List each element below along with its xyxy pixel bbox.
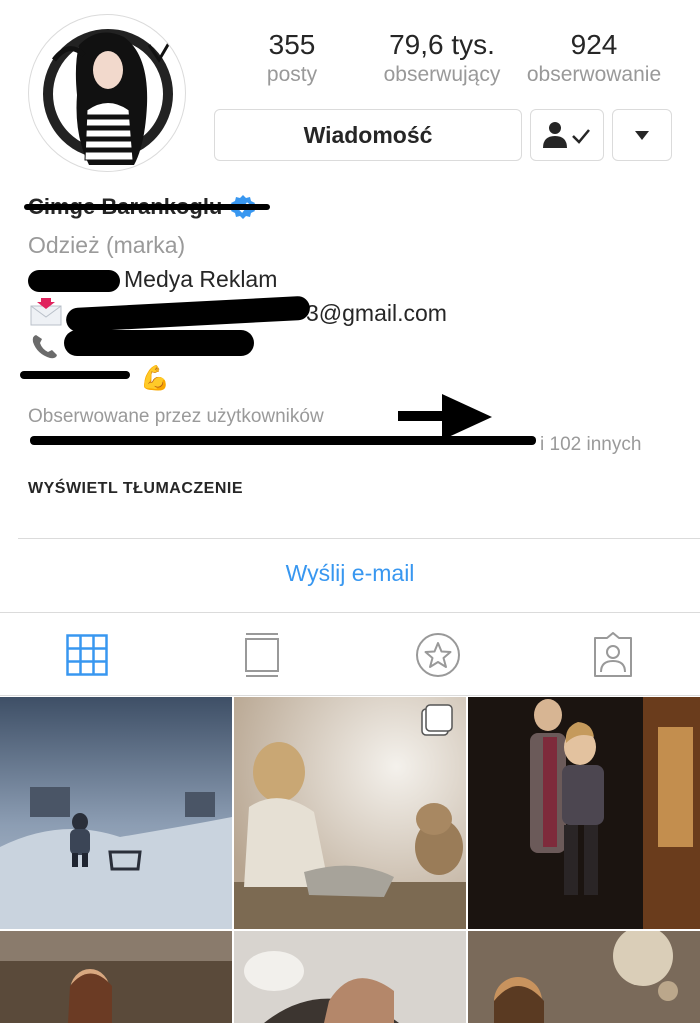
redaction-scribble (65, 295, 311, 333)
view-translation-link[interactable]: WYŚWIETL TŁUMACZENIE (28, 480, 243, 498)
avatar-illustration (43, 29, 173, 165)
tab-tagged[interactable] (589, 631, 637, 679)
tab-grid[interactable] (63, 631, 111, 679)
post-thumbnail[interactable] (234, 931, 466, 1023)
stat-followers-value: 79,6 tys. (389, 29, 495, 60)
following-button[interactable] (530, 109, 604, 161)
feed-icon (245, 633, 279, 677)
profile-tab-bar (0, 612, 700, 696)
redaction-scribble (24, 204, 270, 210)
bio-company: Medya Reklam (124, 266, 278, 292)
person-check-icon (543, 122, 590, 148)
grid-icon (66, 634, 108, 676)
more-dropdown-button[interactable] (612, 109, 672, 161)
tagged-icon (594, 632, 632, 677)
post-thumbnail[interactable] (468, 931, 700, 1023)
tab-saved[interactable] (414, 631, 462, 679)
stat-posts-value: 355 (268, 29, 316, 60)
post-thumbnail[interactable] (0, 931, 232, 1023)
message-button[interactable]: Wiadomość (214, 109, 522, 161)
followed-by-suffix[interactable]: i 102 innych (540, 434, 641, 456)
profile-avatar[interactable] (28, 14, 186, 172)
star-icon (416, 633, 460, 677)
stat-followers-label: obserwujący (383, 63, 501, 86)
stat-following[interactable]: 924 obserwowanie (518, 28, 670, 88)
stat-posts: 355 posty (244, 28, 340, 88)
flexed-biceps-emoji: 💪 (140, 365, 170, 392)
send-email-link[interactable]: Wyślij e-mail (0, 560, 700, 587)
redaction-scribble (64, 330, 254, 356)
post-thumbnail[interactable] (234, 697, 466, 929)
post-thumbnail[interactable] (0, 697, 232, 929)
profile-category: Odzież (marka) (28, 232, 186, 258)
bio-email[interactable]: 3@gmail.com (306, 300, 447, 327)
post-thumbnail[interactable] (468, 697, 700, 929)
followed-by-prefix: Obserwowane przez użytkowników (28, 406, 324, 427)
redaction-scribble (20, 371, 130, 379)
redaction-scribble (28, 270, 120, 292)
stat-following-label: obserwowanie (526, 63, 662, 86)
envelope-emoji-icon (30, 298, 62, 331)
stat-following-value: 924 (570, 29, 618, 60)
section-divider (18, 538, 700, 539)
stat-followers[interactable]: 79,6 tys. obserwujący (370, 28, 514, 88)
redaction-scribble (30, 436, 536, 445)
tab-feed[interactable] (238, 631, 286, 679)
phone-emoji-icon (30, 332, 60, 365)
chevron-down-icon (635, 131, 649, 140)
stat-posts-label: posty (266, 63, 318, 86)
